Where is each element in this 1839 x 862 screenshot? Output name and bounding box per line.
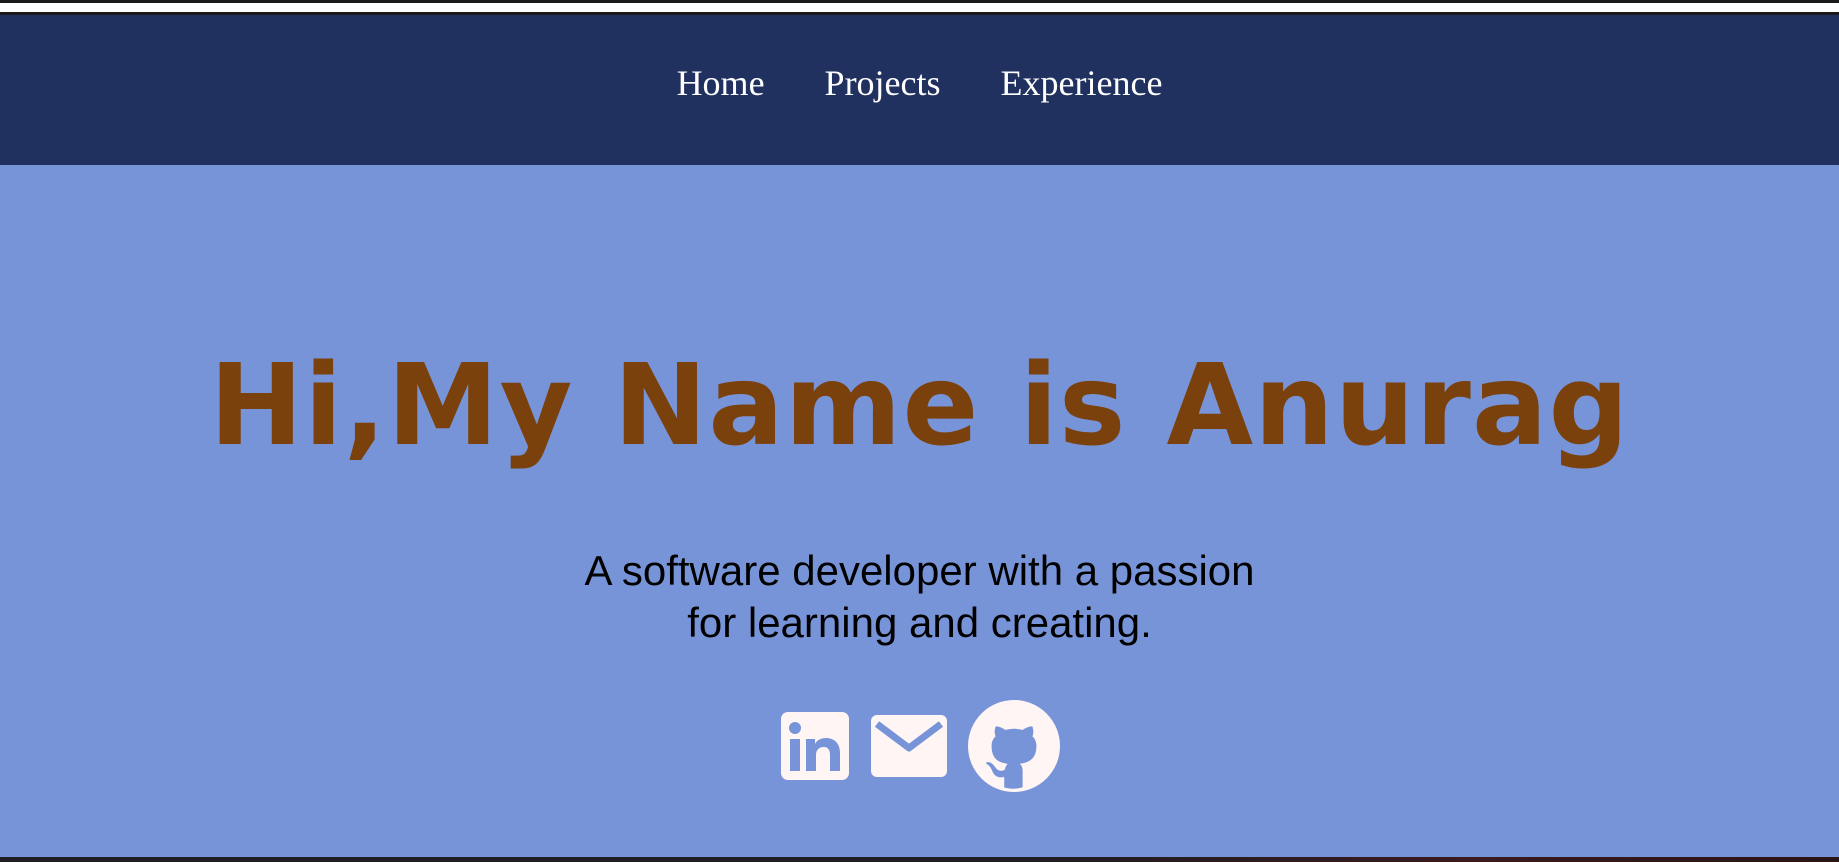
social-links [0, 700, 1839, 797]
linkedin-link[interactable] [780, 711, 850, 786]
linkedin-icon [780, 712, 849, 780]
nav-link-home[interactable]: Home [677, 65, 765, 101]
bottom-strip [0, 857, 1839, 862]
nav-link-experience[interactable]: Experience [1001, 65, 1163, 101]
hero-subtitle-line-1: A software developer with a passion [584, 547, 1255, 594]
email-icon [870, 715, 947, 777]
hero-title: Hi,My Name is Anurag [209, 341, 1630, 471]
top-strip [0, 0, 1839, 15]
hero-subtitle-line-2: for learning and creating. [687, 599, 1152, 646]
hero-section: Hi,My Name is Anurag A software develope… [0, 165, 1839, 857]
github-link[interactable] [967, 700, 1060, 797]
nav-link-projects[interactable]: Projects [825, 65, 941, 101]
nav-links: Home Projects Experience [0, 65, 1839, 101]
email-link[interactable] [870, 714, 948, 783]
navbar: Home Projects Experience [0, 15, 1839, 165]
hero-subtitle: A software developer with a passion for … [0, 545, 1839, 649]
github-icon [967, 700, 1060, 792]
